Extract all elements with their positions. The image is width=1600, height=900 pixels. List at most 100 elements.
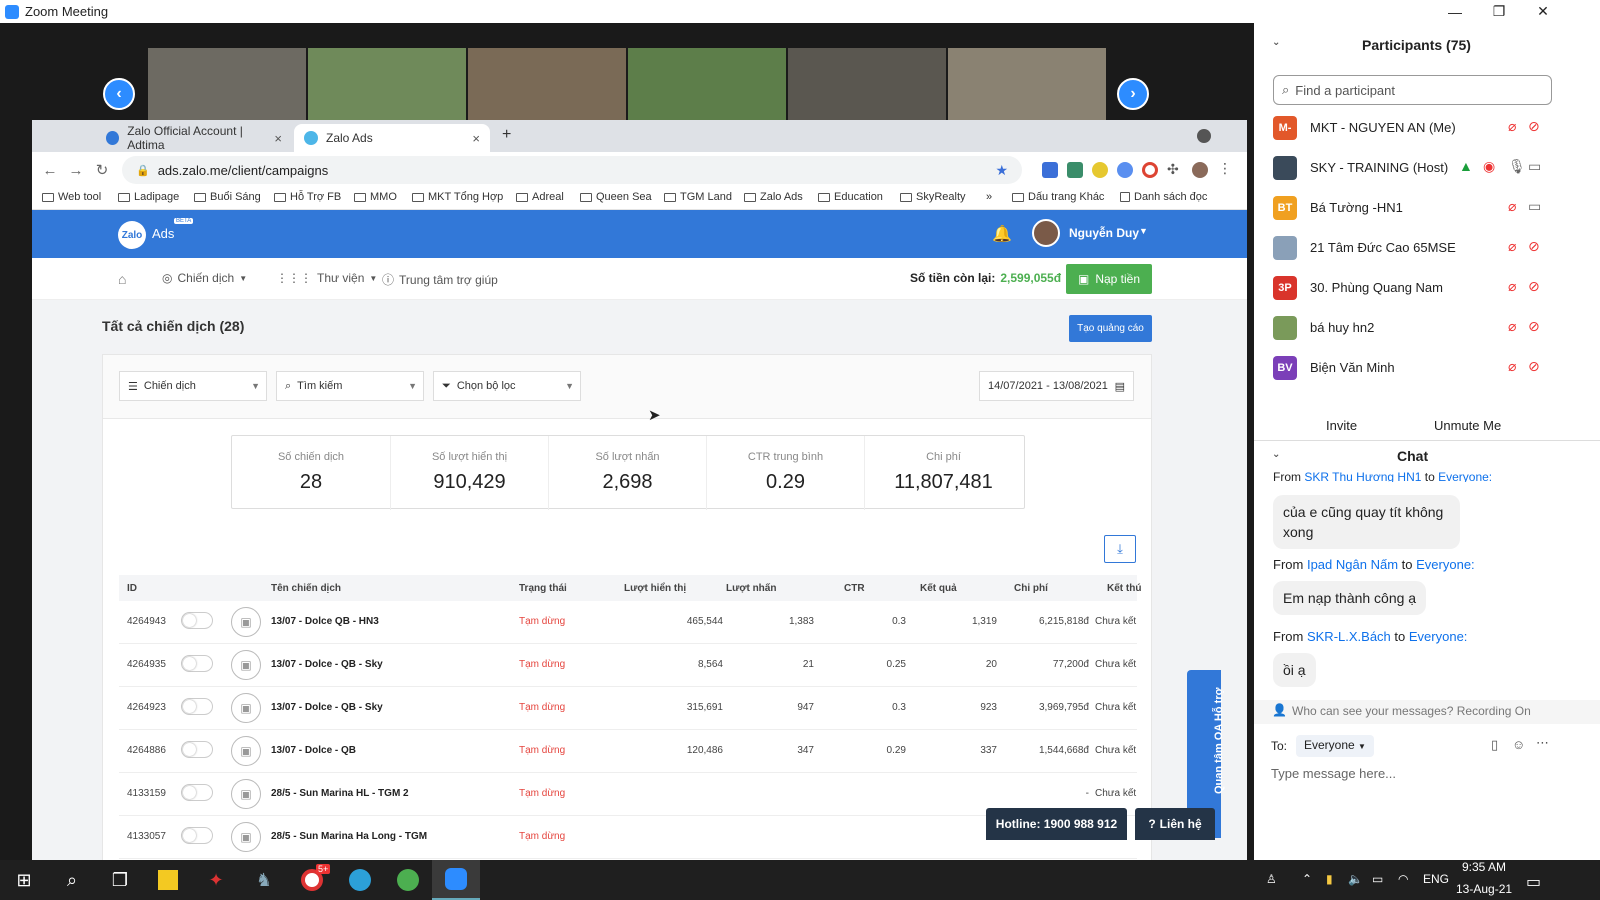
status-toggle[interactable] (181, 698, 213, 715)
bookmark-star-icon[interactable]: ★ (995, 162, 1008, 179)
extension-icon[interactable] (1142, 162, 1158, 178)
next-page-button[interactable]: › (1117, 78, 1149, 110)
cell-name[interactable]: 13/07 - Dolce QB - HN3 (271, 616, 379, 627)
app-icon[interactable] (384, 860, 432, 900)
participant-row[interactable]: 21 Tâm Đức Cao 65MSE ⌀ ⊘ (1254, 228, 1554, 268)
bookmark-item[interactable]: Hỗ Trợ FB (274, 191, 341, 203)
tab-close-icon[interactable]: × (472, 131, 480, 146)
status-toggle[interactable] (181, 784, 213, 801)
zoom-taskbar-icon[interactable] (432, 860, 480, 900)
zalo-logo[interactable]: Zalo (118, 221, 146, 249)
extension-icon[interactable] (1042, 162, 1058, 178)
extension-icon[interactable] (1092, 162, 1108, 178)
table-row[interactable]: ▣ 4264886 13/07 - Dolce - QB Tạm dừng 120,48… (119, 730, 1137, 773)
bookmark-item[interactable]: Ladipage (118, 191, 179, 203)
cell-name[interactable]: 28/5 - Sun Marina Ha Long - TGM (271, 831, 427, 842)
campaign-type-select[interactable]: ☰ Chiến dịch ▼ (119, 371, 267, 401)
unmute-me-button[interactable]: Unmute Me (1434, 418, 1501, 433)
chrome-icon[interactable]: 5+ (288, 860, 336, 900)
emoji-icon[interactable]: ☺ (1512, 737, 1525, 752)
windows-start-icon[interactable]: ⊞ (0, 860, 48, 900)
minimize-button[interactable]: — (1432, 0, 1478, 23)
status-toggle[interactable] (181, 655, 213, 672)
tab-close-icon[interactable]: × (274, 131, 282, 146)
cell-name[interactable]: 28/5 - Sun Marina HL - TGM 2 (271, 788, 409, 799)
table-row[interactable]: ▣ 4264935 13/07 - Dolce - QB - Sky Tạm dừng… (119, 644, 1137, 687)
col-name[interactable]: Tên chiến dịch (271, 583, 341, 594)
bookmark-item[interactable]: TGM Land (664, 191, 732, 203)
table-row[interactable]: ▣ 4264923 13/07 - Dolce - QB - Sky Tạm dừng… (119, 687, 1137, 730)
chat-recipient-select[interactable]: Everyone ▼ (1296, 735, 1374, 757)
tab-zalo-ads[interactable]: Zalo Ads × (294, 124, 490, 152)
create-ad-button[interactable]: Tạo quảng cáo (1069, 315, 1152, 342)
restore-button[interactable]: ❐ (1476, 0, 1522, 23)
battery-icon[interactable]: ▮ (1326, 872, 1333, 886)
app-icon[interactable]: ♞ (240, 860, 288, 900)
date-range-picker[interactable]: 14/07/2021 - 13/08/2021 ▤ (979, 371, 1134, 401)
table-row[interactable]: ▣ 4133057 28/5 - Sun Marina Ha Long - TGM T… (119, 816, 1137, 859)
cell-name[interactable]: 13/07 - Dolce - QB - Sky (271, 659, 383, 670)
clock-time[interactable]: 9:35 AM (1462, 847, 1506, 887)
bell-icon[interactable]: 🔔 (992, 224, 1012, 244)
tab-zalo-oa[interactable]: Zalo Official Account | Adtima × (96, 124, 292, 152)
nav-campaign[interactable]: ◎ Chiến dịch ▼ (162, 271, 247, 285)
sticky-notes-icon[interactable] (144, 860, 192, 900)
reload-icon[interactable]: ↻ (89, 161, 115, 179)
menu-dots-icon[interactable]: ⋮ (1218, 160, 1232, 177)
notification-center-icon[interactable]: ▭ (1526, 872, 1541, 892)
prev-page-button[interactable]: ‹ (103, 78, 135, 110)
user-name[interactable]: Nguyễn Duy (1069, 226, 1139, 240)
col-result[interactable]: Kết quả (920, 583, 957, 594)
reading-list[interactable]: Danh sách đọc (1120, 191, 1207, 203)
back-icon[interactable]: ← (37, 162, 63, 179)
status-toggle[interactable] (181, 612, 213, 629)
participant-row[interactable]: BV Biện Văn Minh ⌀ ⊘ (1254, 348, 1554, 388)
clock-date[interactable]: 13-Aug-21 (1456, 882, 1512, 896)
file-icon[interactable]: ▯ (1491, 737, 1498, 753)
col-clicks[interactable]: Lượt nhấn (726, 583, 776, 594)
status-toggle[interactable] (181, 741, 213, 758)
home-icon[interactable]: ⌂ (118, 271, 126, 287)
new-tab-button[interactable]: + (502, 126, 511, 144)
col-id[interactable]: ID (127, 583, 137, 594)
cell-name[interactable]: 13/07 - Dolce - QB (271, 745, 356, 756)
download-icon[interactable]: ⤓ (1104, 535, 1136, 563)
participant-row[interactable]: 3P 30. Phùng Quang Nam ⌀ ⊘ (1254, 268, 1554, 308)
more-icon[interactable]: ⋯ (1536, 735, 1549, 751)
forward-icon[interactable]: → (63, 162, 89, 179)
participant-row[interactable]: SKY - TRAINING (Host) ▲ ◉ 🎙 ▭ (1254, 148, 1554, 188)
language-indicator[interactable]: ENG (1423, 872, 1449, 886)
col-cost[interactable]: Chi phí (1014, 583, 1048, 594)
chat-privacy-notice[interactable]: Who can see your messages? Recording On … (1254, 700, 1600, 724)
task-view-icon[interactable]: ❐ (96, 860, 144, 900)
extension-icon[interactable] (1117, 162, 1133, 178)
bookmark-item[interactable]: Education (818, 191, 883, 203)
bookmark-item[interactable]: Dấu trang Khác (1012, 191, 1104, 203)
participant-row[interactable]: bá huy hn2 ⌀ ⊘ (1254, 308, 1554, 348)
filter-select[interactable]: ⏷ Chọn bộ lọc ▼ (433, 371, 581, 401)
close-button[interactable]: ✕ (1520, 0, 1566, 23)
invite-button[interactable]: Invite (1326, 418, 1357, 433)
chat-input[interactable]: Type message here... (1271, 766, 1396, 781)
col-end[interactable]: Kết thú (1107, 583, 1141, 594)
extension-icon[interactable] (1067, 162, 1083, 178)
col-ctr[interactable]: CTR (844, 583, 865, 594)
chevron-down-icon[interactable]: ▼ (1139, 226, 1148, 236)
bookmark-item[interactable]: Web tool (42, 191, 101, 203)
participant-search[interactable]: ⌕ Find a participant (1273, 75, 1552, 105)
bookmark-item[interactable]: Zalo Ads (744, 191, 803, 203)
bookmark-item[interactable]: MKT Tổng Hợp (412, 191, 503, 203)
participant-row[interactable]: M- MKT - NGUYEN AN (Me) ⌀ ⊘ (1254, 108, 1554, 148)
nav-library[interactable]: ⋮⋮⋮ Thư viện ▼ (276, 271, 377, 285)
table-row[interactable]: ▣ 4264943 13/07 - Dolce QB - HN3 Tạm dừng 46… (119, 601, 1137, 644)
profile-avatar[interactable] (1192, 162, 1208, 178)
col-status[interactable]: Trạng thái (519, 583, 567, 594)
nav-help[interactable]: ⓘ Trung tâm trợ giúp (382, 271, 498, 288)
people-icon[interactable]: ♙ (1266, 872, 1277, 886)
table-row[interactable]: ▣ 4133159 28/5 - Sun Marina HL - TGM 2 Tạm … (119, 773, 1137, 816)
col-impressions[interactable]: Lượt hiển thị (624, 583, 686, 594)
app-icon[interactable]: ✦ (192, 860, 240, 900)
tab-search-icon[interactable] (1197, 129, 1211, 143)
search-icon[interactable]: ⌕ (48, 860, 96, 900)
bookmark-item[interactable]: Buổi Sáng (194, 191, 261, 203)
